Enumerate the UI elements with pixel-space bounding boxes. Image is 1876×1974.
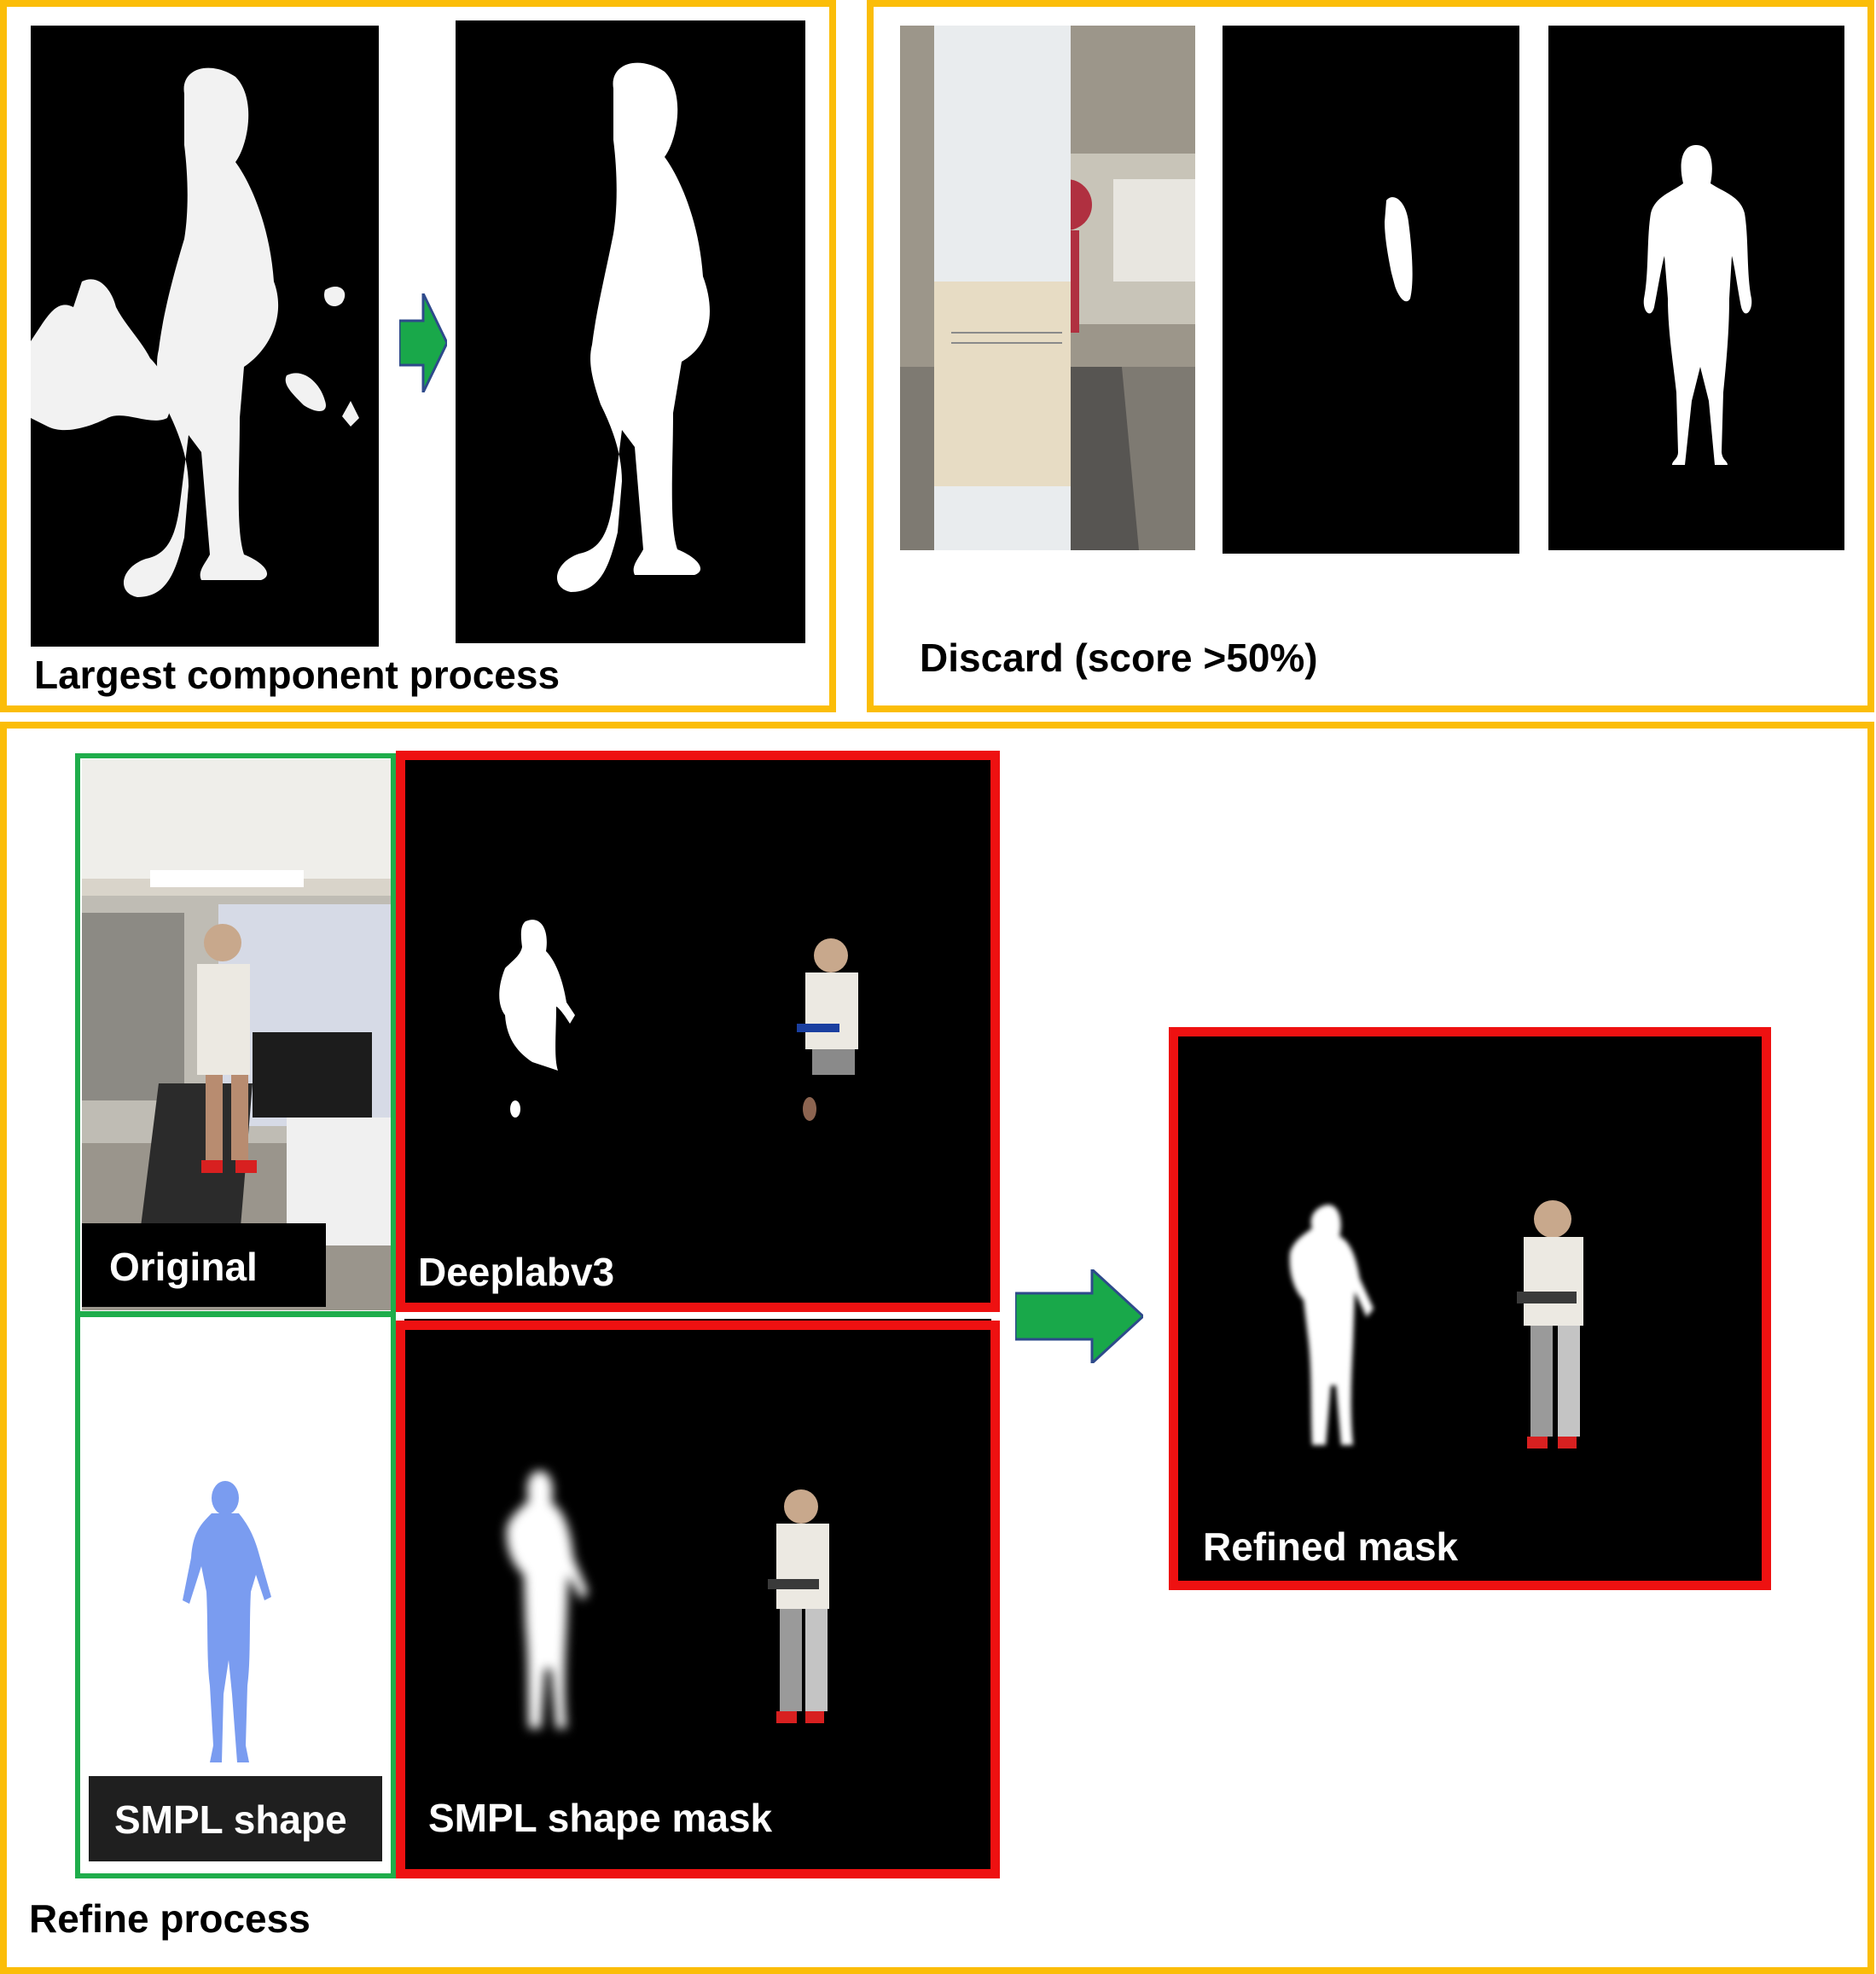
largest-component-caption: Largest component process bbox=[34, 653, 560, 697]
right-arrow-icon bbox=[1014, 1266, 1146, 1367]
refine-caption: Refine process bbox=[29, 1896, 311, 1941]
refined-highlight bbox=[1169, 1027, 1771, 1590]
partial-mask-panel bbox=[1223, 26, 1519, 554]
noisy-mask-panel bbox=[31, 26, 379, 647]
smpl-shape-highlight bbox=[75, 1312, 396, 1878]
original-highlight bbox=[75, 753, 396, 1316]
noisy-mask-shape bbox=[31, 67, 359, 597]
discard-caption: Discard (score >50%) bbox=[920, 636, 1318, 680]
deeplab-highlight bbox=[396, 751, 1000, 1312]
largest-component-mask-panel bbox=[456, 20, 805, 643]
right-arrow-icon bbox=[398, 293, 449, 393]
partial-mask-shape bbox=[1385, 197, 1413, 302]
smpl-mask-highlight bbox=[396, 1321, 1000, 1878]
occluded-photo-panel bbox=[900, 26, 1195, 550]
full-body-mask-panel bbox=[1548, 26, 1844, 550]
clean-mask-shape bbox=[556, 62, 710, 592]
occluded-photo-scene bbox=[900, 26, 1195, 550]
full-body-mask-shape bbox=[1643, 145, 1752, 465]
